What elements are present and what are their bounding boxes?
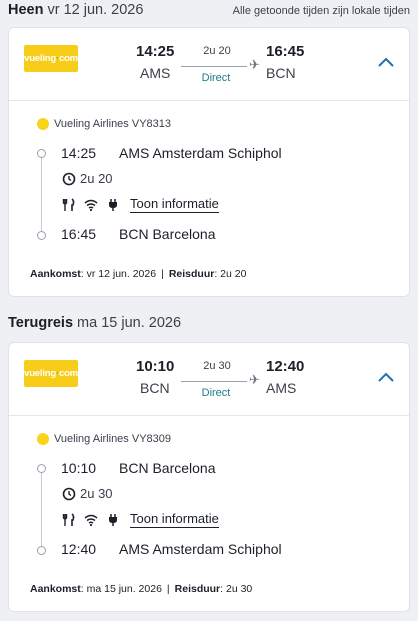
plane-icon: ✈ [249,57,260,72]
wifi-icon [84,199,98,211]
return-flight-card: vueling · com 10:10 BCN 2u 30 ✈ Direct 12:… [8,342,410,612]
timeline-line [41,468,42,550]
power-plug-icon [109,513,117,526]
route-line [181,66,247,67]
departure-time: 14:25 [136,43,175,60]
detail-departure-airport: AMS Amsterdam Schiphol [119,145,282,161]
local-times-note: Alle getoonde tijden zijn lokale tijden [232,5,410,17]
return-details: Vueling Airlines VY8309 10:10 BCN Barcel… [9,416,409,611]
airline-logo-dot [37,118,49,130]
meal-icon [62,512,75,526]
stops-label: Direct [201,72,231,84]
clock-icon [62,487,76,500]
arrival-time: 16:45 [266,43,305,60]
amenities-row: Toon informatie [62,196,219,213]
clock-icon [62,172,76,185]
amenities-row: Toon informatie [62,511,219,528]
detail-arrival-airport: BCN Barcelona [119,226,216,242]
plane-icon: ✈ [249,372,260,387]
flight-duration: 2u 30 [203,360,231,372]
detail-arrival-airport: AMS Amsterdam Schiphol [119,541,282,557]
outbound-header: Heen vr 12 jun. 2026 Alle getoonde tijde… [8,2,410,18]
arrival-code: BCN [266,65,296,81]
departure-time: 10:10 [136,358,175,375]
return-header: Terugreis ma 15 jun. 2026 [8,315,410,331]
detail-duration-row: 2u 30 [62,486,113,501]
detail-duration: 2u 30 [80,486,113,501]
airline-flight-number: Vueling Airlines VY8309 [54,433,172,445]
vueling-logo: vueling · com [24,360,78,387]
return-title: Terugreis ma 15 jun. 2026 [8,315,182,331]
timeline-line [41,153,42,235]
airline-row: Vueling Airlines VY8313 [37,118,171,130]
arrival-summary: Aankomst: ma 15 jun. 2026 | Reisduur: 2u 3… [30,583,253,595]
chevron-up-icon[interactable] [377,56,395,68]
detail-departure-airport: BCN Barcelona [119,460,216,476]
outbound-flight-card: vueling · com 14:25 AMS 2u 20 ✈ Direct 16:… [8,27,410,297]
detail-duration-row: 2u 20 [62,171,113,186]
wifi-icon [84,514,98,526]
detail-departure-time: 10:10 [61,460,97,476]
chevron-up-icon[interactable] [377,371,395,383]
departure-code: BCN [140,380,170,396]
show-info-link[interactable]: Toon informatie [130,196,219,213]
stops-label: Direct [201,387,231,399]
return-summary[interactable]: vueling · com 10:10 BCN 2u 30 ✈ Direct 12:… [9,343,409,416]
arrival-code: AMS [266,380,297,396]
meal-icon [62,197,75,211]
timeline-departure-node [37,149,46,158]
timeline-arrival-node [37,231,46,240]
outbound-title: Heen vr 12 jun. 2026 [8,2,144,18]
detail-duration: 2u 20 [80,171,113,186]
outbound-summary[interactable]: vueling · com 14:25 AMS 2u 20 ✈ Direct 16:… [9,28,409,101]
detail-departure-time: 14:25 [61,145,97,161]
outbound-details: Vueling Airlines VY8313 14:25 AMS Amster… [9,101,409,296]
detail-arrival-time: 12:40 [61,541,97,557]
show-info-link[interactable]: Toon informatie [130,511,219,528]
power-plug-icon [109,198,117,211]
route-line [181,381,247,382]
detail-arrival-time: 16:45 [61,226,97,242]
flight-duration: 2u 20 [203,45,231,57]
airline-row: Vueling Airlines VY8309 [37,433,171,445]
departure-code: AMS [140,65,171,81]
vueling-logo: vueling · com [24,45,78,72]
timeline-arrival-node [37,546,46,555]
timeline-departure-node [37,464,46,473]
arrival-summary: Aankomst: vr 12 jun. 2026 | Reisduur: 2u 2… [30,268,247,280]
airline-flight-number: Vueling Airlines VY8313 [54,118,172,130]
airline-logo-dot [37,433,49,445]
arrival-time: 12:40 [266,358,305,375]
